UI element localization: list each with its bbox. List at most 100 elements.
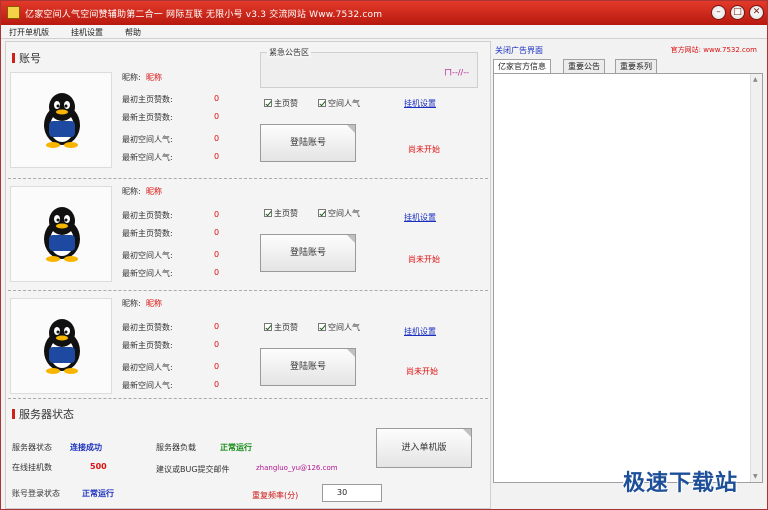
- login-account-button-label: 登陆账号: [289, 362, 326, 372]
- account-card-3: 昵称: 昵称 最初主页赞数: 0 最新主页赞数: 0 最初空间人气: 0 最新空…: [6, 294, 490, 404]
- latest-home-likes-value: 0: [214, 112, 220, 121]
- right-panel: 关闭广告界面 官方网站: www.7532.com 亿家官方信息 重要公告 重要…: [493, 41, 765, 509]
- login-account-button-label: 登陆账号: [289, 248, 326, 258]
- qq-penguin-icon: [44, 93, 80, 148]
- home-like-checkbox[interactable]: 主页赞: [264, 208, 298, 219]
- bug-mail-value: zhangluo_yu@126.com: [256, 464, 338, 472]
- minimize-button[interactable]: –: [711, 5, 726, 20]
- official-site-link[interactable]: 官方网站: www.7532.com: [671, 45, 757, 55]
- login-account-button-label: 登陆账号: [289, 138, 326, 148]
- popularity-checkbox[interactable]: 空间人气: [318, 208, 360, 219]
- restore-button[interactable]: □: [730, 5, 745, 20]
- tab-official-info[interactable]: 亿家官方信息: [493, 59, 551, 74]
- close-ad-link[interactable]: 关闭广告界面: [495, 45, 543, 56]
- info-content-area[interactable]: ▲ ▼: [493, 73, 763, 483]
- checkbox-checked-icon: [318, 209, 326, 217]
- hang-settings-link[interactable]: 挂机设置: [404, 98, 436, 109]
- initial-home-likes-label: 最初主页赞数:: [122, 95, 173, 104]
- latest-home-likes-value: 0: [214, 228, 220, 237]
- server-load-value: 正常运行: [220, 443, 252, 452]
- home-like-checkbox[interactable]: 主页赞: [264, 98, 298, 109]
- initial-home-likes-label: 最初主页赞数:: [122, 323, 173, 332]
- initial-popularity-value: 0: [214, 362, 220, 371]
- account-card-1: 昵称: 昵称 最初主页赞数: 0 最新主页赞数: 0 最初空间人气: 0 最新空…: [6, 68, 490, 178]
- latest-popularity-value: 0: [214, 152, 220, 161]
- initial-home-likes-value: 0: [214, 322, 220, 331]
- nick-label: 昵称:: [122, 73, 141, 82]
- nick-value: 昵称: [146, 73, 162, 82]
- title-bar[interactable]: 亿家空间人气空间赞辅助第二合一 网际互联 无限小号 v3.3 交流网站 Www.…: [1, 1, 767, 25]
- popularity-checkbox[interactable]: 空间人气: [318, 98, 360, 109]
- initial-home-likes-value: 0: [214, 94, 220, 103]
- tab-important-series[interactable]: 重要系列: [615, 59, 657, 73]
- login-account-button[interactable]: 登陆账号: [260, 234, 356, 272]
- nick-value: 昵称: [146, 187, 162, 196]
- section-marker: [12, 409, 15, 419]
- account-section-title: 账号: [19, 52, 41, 65]
- bug-mail-label: 建议或BUG提交邮件: [156, 465, 230, 474]
- menu-item-open-standalone[interactable]: 打开单机版: [9, 27, 49, 38]
- scroll-up-icon[interactable]: ▲: [753, 76, 758, 83]
- latest-home-likes-label: 最新主页赞数:: [122, 229, 173, 238]
- scroll-down-icon[interactable]: ▼: [753, 473, 758, 480]
- home-like-checkbox-label: 主页赞: [274, 323, 298, 332]
- tab-important-notice[interactable]: 重要公告: [563, 59, 605, 73]
- latest-popularity-label: 最新空间人气:: [122, 381, 173, 390]
- popularity-checkbox-label: 空间人气: [328, 209, 360, 218]
- repeat-frequency-input[interactable]: 30: [322, 484, 382, 502]
- enter-standalone-button[interactable]: 进入单机版: [376, 428, 472, 468]
- latest-home-likes-value: 0: [214, 340, 220, 349]
- initial-home-likes-value: 0: [214, 210, 220, 219]
- menu-item-help[interactable]: 帮助: [125, 27, 141, 38]
- button-corner-decoration: [347, 125, 355, 133]
- left-panel: 账号 紧急公告区 ㄇ--//-- 昵称: 昵称 最初主页赞数: 0 最新主页赞数…: [5, 41, 491, 509]
- account-card-2: 昵称: 昵称 最初主页赞数: 0 最新主页赞数: 0 最初空间人气: 0 最新空…: [6, 182, 490, 292]
- initial-popularity-label: 最初空间人气:: [122, 363, 173, 372]
- latest-home-likes-label: 最新主页赞数:: [122, 113, 173, 122]
- watermark-logo: 极速下载站: [623, 471, 739, 496]
- hang-settings-link[interactable]: 挂机设置: [404, 212, 436, 223]
- checkbox-checked-icon: [264, 99, 272, 107]
- server-section-header: 服务器状态: [12, 406, 74, 422]
- qq-penguin-icon: [44, 319, 80, 374]
- button-corner-decoration: [347, 235, 355, 243]
- menu-item-hang-settings[interactable]: 挂机设置: [71, 27, 103, 38]
- server-status-label: 服务器状态: [12, 443, 52, 452]
- account-status: 尚未开始: [406, 367, 438, 376]
- restore-icon: □: [733, 7, 742, 17]
- nick-label: 昵称:: [122, 299, 141, 308]
- account-section-header: 账号: [12, 50, 41, 66]
- home-like-checkbox[interactable]: 主页赞: [264, 322, 298, 333]
- initial-home-likes-label: 最初主页赞数:: [122, 211, 173, 220]
- divider: [8, 178, 488, 179]
- popularity-checkbox-label: 空间人气: [328, 323, 360, 332]
- checkbox-checked-icon: [264, 209, 272, 217]
- latest-popularity-label: 最新空间人气:: [122, 153, 173, 162]
- menu-bar: 打开单机版 挂机设置 帮助: [1, 25, 767, 39]
- login-account-button[interactable]: 登陆账号: [260, 124, 356, 162]
- account-login-status-value: 正常运行: [82, 489, 114, 498]
- login-account-button[interactable]: 登陆账号: [260, 348, 356, 386]
- hang-settings-link[interactable]: 挂机设置: [404, 326, 436, 337]
- popularity-checkbox[interactable]: 空间人气: [318, 322, 360, 333]
- popularity-checkbox-label: 空间人气: [328, 99, 360, 108]
- button-corner-decoration: [347, 349, 355, 357]
- nick-value: 昵称: [146, 299, 162, 308]
- checkbox-checked-icon: [264, 323, 272, 331]
- announcement-title: 紧急公告区: [267, 47, 311, 58]
- home-like-checkbox-label: 主页赞: [274, 209, 298, 218]
- avatar: [10, 72, 112, 168]
- avatar: [10, 186, 112, 282]
- window-title: 亿家空间人气空间赞辅助第二合一 网际互联 无限小号 v3.3 交流网站 Www.…: [25, 10, 383, 20]
- latest-home-likes-label: 最新主页赞数:: [122, 341, 173, 350]
- qq-penguin-icon: [44, 207, 80, 262]
- checkbox-checked-icon: [318, 323, 326, 331]
- repeat-frequency-label: 重复频率(分): [252, 491, 299, 500]
- account-login-status-label: 账号登录状态: [12, 489, 60, 498]
- latest-popularity-label: 最新空间人气:: [122, 269, 173, 278]
- vertical-scrollbar[interactable]: ▲ ▼: [750, 74, 762, 482]
- latest-popularity-value: 0: [214, 268, 220, 277]
- close-icon: ✕: [752, 7, 761, 17]
- checkbox-checked-icon: [318, 99, 326, 107]
- close-button[interactable]: ✕: [749, 5, 764, 20]
